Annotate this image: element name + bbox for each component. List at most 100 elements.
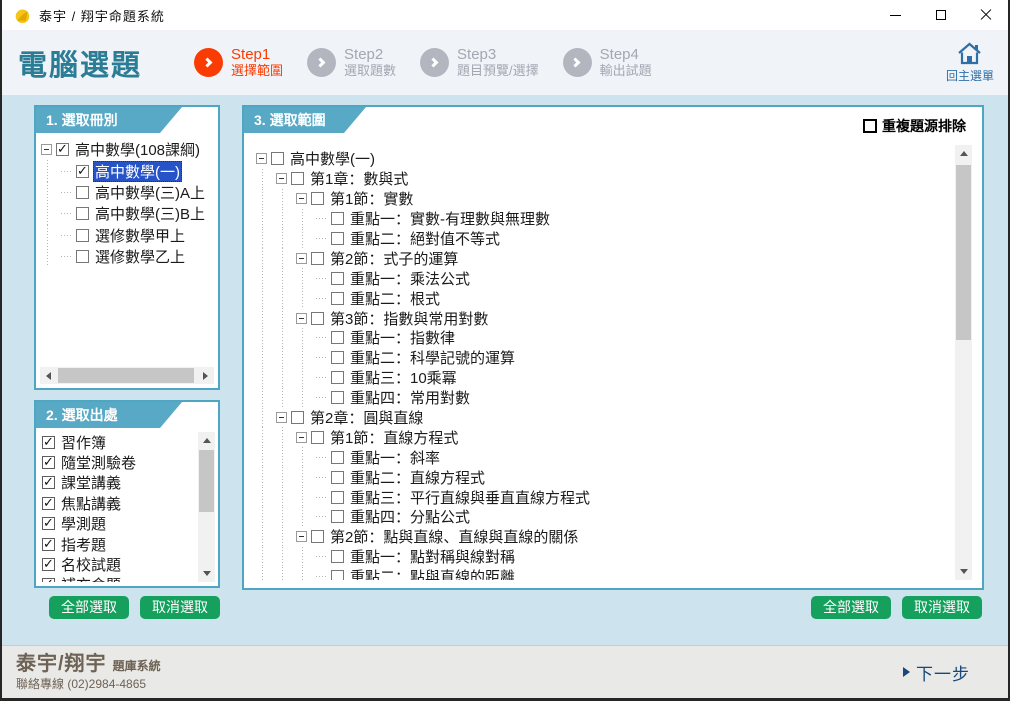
item-label[interactable]: 重點二：點與直線的距離 (348, 566, 517, 580)
scroll-down-button[interactable] (198, 565, 215, 582)
item-checkbox[interactable] (311, 312, 324, 325)
close-button[interactable] (963, 0, 1008, 30)
item-checkbox[interactable] (331, 232, 344, 245)
volume-tree-hscrollbar[interactable] (40, 367, 214, 384)
tree-item[interactable]: 重點一：斜率 (256, 447, 948, 467)
tree-item[interactable]: 重點二：科學記號的運算 (256, 348, 948, 368)
item-checkbox[interactable] (331, 391, 344, 404)
tree-item[interactable]: 重點二：絕對值不等式 (256, 229, 948, 249)
item-checkbox[interactable] (76, 207, 89, 220)
item-label[interactable]: 高中數學(108課綱) (73, 139, 202, 160)
item-checkbox[interactable] (271, 152, 284, 165)
item-checkbox[interactable] (331, 570, 344, 580)
item-checkbox[interactable] (331, 550, 344, 563)
item-checkbox[interactable] (331, 212, 344, 225)
item-checkbox[interactable] (76, 165, 89, 178)
item-label[interactable]: 第1節：實數 (328, 188, 415, 209)
tree-item[interactable]: 重點三：平行直線與垂直直線方程式 (256, 487, 948, 507)
item-label[interactable]: 重點三：10乘冪 (348, 367, 459, 388)
vscroll-thumb[interactable] (956, 165, 971, 340)
item-checkbox[interactable] (331, 510, 344, 523)
item-checkbox[interactable] (311, 431, 324, 444)
tree-item[interactable]: 第2章：圓與直線 (256, 408, 948, 428)
tree-item[interactable]: 重點一：點對稱與線對稱 (256, 547, 948, 567)
exclude-duplicate-checkbox[interactable] (863, 119, 877, 133)
item-label[interactable]: 選修數學乙上 (93, 246, 187, 267)
item-checkbox[interactable] (42, 497, 55, 510)
item-label[interactable]: 重點二：絕對值不等式 (348, 228, 502, 249)
item-checkbox[interactable] (291, 411, 304, 424)
collapse-toggle-icon[interactable] (296, 253, 307, 264)
hscroll-thumb[interactable] (58, 368, 194, 383)
item-label[interactable]: 重點一：指數律 (348, 327, 457, 348)
item-checkbox[interactable] (331, 351, 344, 364)
vscroll-thumb[interactable] (199, 450, 214, 512)
collapse-toggle-icon[interactable] (256, 153, 267, 164)
source-item[interactable]: 學測題 (42, 514, 194, 534)
item-label[interactable]: 選修數學甲上 (93, 225, 187, 246)
collapse-toggle-icon[interactable] (276, 173, 287, 184)
scroll-up-button[interactable] (198, 432, 215, 449)
item-label[interactable]: 第2節：點與直線、直線與直線的關係 (328, 526, 580, 547)
item-checkbox[interactable] (76, 229, 89, 242)
item-checkbox[interactable] (42, 578, 55, 582)
tree-item[interactable]: 重點二：直線方程式 (256, 467, 948, 487)
item-label[interactable]: 第1章：數與式 (308, 168, 410, 189)
source-item[interactable]: 名校試題 (42, 554, 194, 574)
scroll-right-button[interactable] (197, 367, 214, 384)
item-checkbox[interactable] (42, 436, 55, 449)
maximize-button[interactable] (918, 0, 963, 30)
source-item[interactable]: 焦點講義 (42, 493, 194, 513)
tree-item[interactable]: 高中數學(一) (41, 160, 213, 181)
item-checkbox[interactable] (42, 538, 55, 551)
item-checkbox[interactable] (42, 558, 55, 571)
item-checkbox[interactable] (56, 143, 69, 156)
tree-item[interactable]: 選修數學乙上 (41, 246, 213, 267)
item-checkbox[interactable] (76, 250, 89, 263)
scope-select-all-button[interactable]: 全部選取 (811, 596, 891, 619)
tree-item[interactable]: 重點四：分點公式 (256, 507, 948, 527)
source-deselect-button[interactable]: 取消選取 (140, 596, 220, 619)
item-label[interactable]: 重點四：分點公式 (348, 506, 472, 527)
tree-item[interactable]: 第1節：實數 (256, 189, 948, 209)
item-checkbox[interactable] (291, 172, 304, 185)
item-checkbox[interactable] (331, 451, 344, 464)
item-label[interactable]: 高中數學(三)B上 (93, 203, 207, 224)
item-checkbox[interactable] (76, 186, 89, 199)
tree-item[interactable]: 重點一：指數律 (256, 328, 948, 348)
item-label[interactable]: 重點四：常用對數 (348, 387, 472, 408)
collapse-toggle-icon[interactable] (296, 313, 307, 324)
next-step-button[interactable]: 下一步 (903, 660, 970, 685)
item-label[interactable]: 高中數學(一) (93, 161, 182, 182)
item-label[interactable]: 高中數學(三)A上 (93, 182, 207, 203)
tree-item[interactable]: 重點二：點與直線的距離 (256, 567, 948, 580)
item-label[interactable]: 重點一：實數-有理數與無理數 (348, 208, 552, 229)
item-label[interactable]: 重點三：平行直線與垂直直線方程式 (348, 487, 592, 508)
item-checkbox[interactable] (42, 456, 55, 469)
source-select-all-button[interactable]: 全部選取 (49, 596, 129, 619)
tree-item[interactable]: 第2節：點與直線、直線與直線的關係 (256, 527, 948, 547)
tree-item[interactable]: 高中數學(108課綱) (41, 139, 213, 160)
tree-item[interactable]: 高中數學(三)A上 (41, 182, 213, 203)
tree-item[interactable]: 第1節：直線方程式 (256, 427, 948, 447)
item-checkbox[interactable] (331, 371, 344, 384)
scope-tree-vscrollbar[interactable] (955, 145, 972, 580)
tree-item[interactable]: 第2節：式子的運算 (256, 248, 948, 268)
source-item[interactable]: 課堂講義 (42, 473, 194, 493)
tree-item[interactable]: 重點一：乘法公式 (256, 268, 948, 288)
collapse-toggle-icon[interactable] (296, 531, 307, 542)
item-checkbox[interactable] (331, 292, 344, 305)
tree-item[interactable]: 選修數學甲上 (41, 225, 213, 246)
item-checkbox[interactable] (331, 471, 344, 484)
item-label[interactable]: 第2章：圓與直線 (308, 407, 425, 428)
item-label[interactable]: 第3節：指數與常用對數 (328, 308, 490, 329)
source-item[interactable]: 隨堂測驗卷 (42, 452, 194, 472)
tree-item[interactable]: 高中數學(三)B上 (41, 203, 213, 224)
source-item[interactable]: 指考題 (42, 534, 194, 554)
item-checkbox[interactable] (311, 252, 324, 265)
item-checkbox[interactable] (42, 517, 55, 530)
item-label[interactable]: 重點二：科學記號的運算 (348, 347, 517, 368)
item-checkbox[interactable] (331, 331, 344, 344)
item-checkbox[interactable] (311, 530, 324, 543)
tree-item[interactable]: 重點二：根式 (256, 288, 948, 308)
